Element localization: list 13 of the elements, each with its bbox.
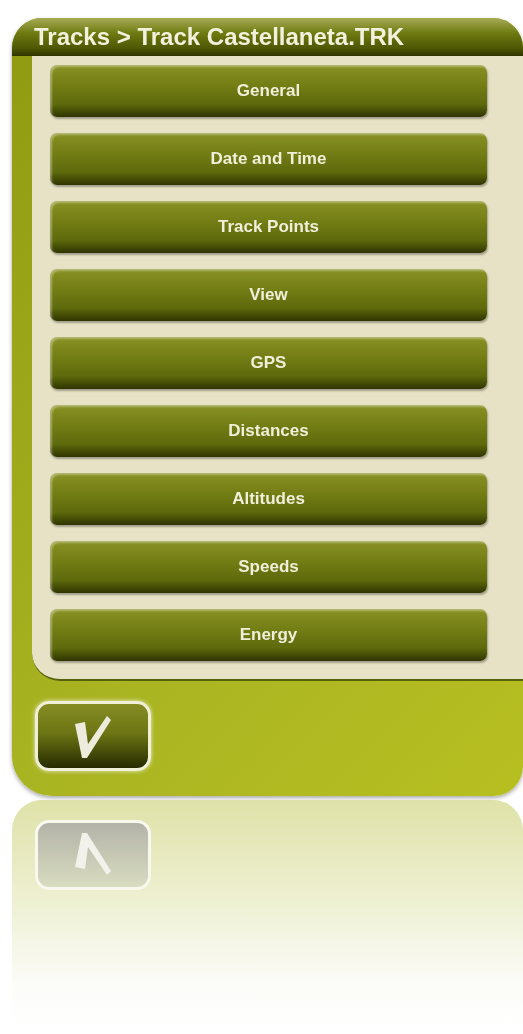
menu-button[interactable]: Energy (50, 609, 487, 661)
menu-button[interactable]: Track Points (50, 201, 487, 253)
confirm-button[interactable] (35, 701, 151, 771)
menu-button[interactable]: View (50, 269, 487, 321)
menu-button[interactable]: Date and Time (50, 133, 487, 185)
checkmark-icon (73, 714, 113, 758)
menu-button[interactable]: General (50, 65, 487, 117)
menu-button[interactable]: Altitudes (50, 473, 487, 525)
menu-button[interactable]: GPS (50, 337, 487, 389)
checkmark-reflection-icon (73, 833, 113, 877)
menu-button[interactable]: Distances (50, 405, 487, 457)
menu-button[interactable]: Speeds (50, 541, 487, 593)
breadcrumb-title: Tracks > Track Castellaneta.TRK (12, 18, 523, 56)
